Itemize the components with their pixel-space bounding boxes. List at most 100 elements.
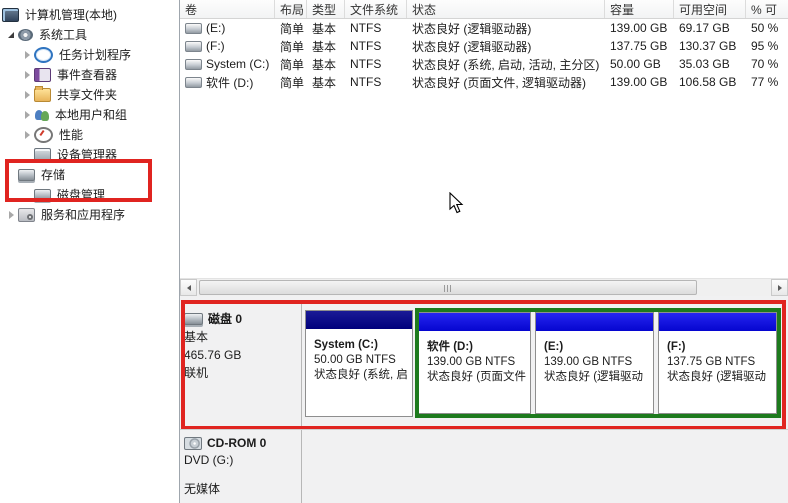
column-header-status[interactable]: 状态 bbox=[407, 0, 605, 18]
column-header-free-space[interactable]: 可用空间 bbox=[674, 0, 746, 18]
sidebar-item-computer-management[interactable]: 计算机管理(本地) bbox=[2, 5, 119, 24]
sidebar-item-local-users-groups[interactable]: 本地用户和组 bbox=[20, 105, 129, 124]
partition-e[interactable]: (E:) 139.00 GB NTFS 状态良好 (逻辑驱动 bbox=[535, 312, 654, 414]
volume-type: 基本 bbox=[307, 38, 345, 55]
expander-expanded-icon[interactable] bbox=[4, 32, 18, 38]
disk-management-icon bbox=[34, 189, 51, 201]
sidebar-item-disk-management[interactable]: 磁盘管理 bbox=[20, 185, 107, 204]
volume-icon bbox=[185, 41, 202, 52]
sidebar-item-task-scheduler[interactable]: 任务计划程序 bbox=[20, 45, 133, 64]
column-header-volume[interactable]: 卷 bbox=[180, 0, 275, 18]
sidebar-item-label: 系统工具 bbox=[37, 26, 89, 43]
volume-filesystem: NTFS bbox=[345, 57, 407, 71]
column-header-percent-free[interactable]: % 可 bbox=[746, 0, 788, 18]
sidebar-item-label: 性能 bbox=[57, 126, 85, 143]
users-icon bbox=[34, 109, 49, 121]
volume-row-d[interactable]: 软件 (D:) 简单 基本 NTFS 状态良好 (页面文件, 逻辑驱动器) 13… bbox=[180, 73, 788, 91]
volume-icon bbox=[185, 77, 202, 88]
performance-icon bbox=[34, 127, 53, 143]
expander-collapsed-icon[interactable] bbox=[20, 131, 34, 139]
storage-icon bbox=[18, 169, 35, 181]
computer-management-window: 计算机管理(本地) 系统工具 任务计划程序 事件查看器 共享文件夹 本地用户和组 bbox=[0, 0, 788, 503]
column-header-type[interactable]: 类型 bbox=[307, 0, 345, 18]
expander-collapsed-icon[interactable] bbox=[20, 71, 34, 79]
disk0-label-cell[interactable]: 磁盘 0 基本 465.76 GB 联机 bbox=[184, 310, 298, 381]
column-header-filesystem[interactable]: 文件系统 bbox=[345, 0, 407, 18]
sidebar-item-system-tools[interactable]: 系统工具 bbox=[4, 25, 89, 44]
sidebar-item-shared-folders[interactable]: 共享文件夹 bbox=[20, 85, 119, 104]
column-header-capacity[interactable]: 容量 bbox=[605, 0, 674, 18]
partition-status: 状态良好 (逻辑驱动 bbox=[667, 370, 772, 385]
sidebar-item-label: 设备管理器 bbox=[55, 146, 119, 163]
volume-row-system-c[interactable]: System (C:) 简单 基本 NTFS 状态良好 (系统, 启动, 活动,… bbox=[180, 55, 788, 73]
cdrom-label-cell[interactable]: CD-ROM 0 DVD (G:) 无媒体 bbox=[184, 436, 298, 497]
volume-filesystem: NTFS bbox=[345, 39, 407, 53]
sidebar-item-label: 任务计划程序 bbox=[57, 46, 133, 63]
volume-free-space: 106.58 GB bbox=[674, 75, 746, 89]
volume-type: 基本 bbox=[307, 74, 345, 91]
volume-filesystem: NTFS bbox=[345, 75, 407, 89]
expander-collapsed-icon[interactable] bbox=[20, 111, 34, 119]
cdrom-name: CD-ROM 0 bbox=[207, 436, 266, 450]
volume-row-f[interactable]: (F:) 简单 基本 NTFS 状态良好 (逻辑驱动器) 137.75 GB 1… bbox=[180, 37, 788, 55]
volume-list: 卷 布局 类型 文件系统 状态 容量 可用空间 % 可 (E:) 简单 基本 N… bbox=[180, 0, 788, 296]
sidebar-item-performance[interactable]: 性能 bbox=[20, 125, 85, 144]
shared-folders-icon bbox=[34, 88, 51, 102]
partition-system-c[interactable]: System (C:) 50.00 GB NTFS 状态良好 (系统, 启 bbox=[305, 310, 413, 417]
sidebar-item-storage[interactable]: 存储 bbox=[4, 165, 67, 184]
volume-icon bbox=[185, 59, 202, 70]
volume-capacity: 137.75 GB bbox=[605, 39, 674, 53]
sidebar-item-services-applications[interactable]: 服务和应用程序 bbox=[4, 205, 127, 224]
sidebar-item-label: 计算机管理(本地) bbox=[23, 6, 119, 23]
services-icon bbox=[18, 208, 35, 222]
computer-icon bbox=[2, 8, 19, 22]
main-pane: 卷 布局 类型 文件系统 状态 容量 可用空间 % 可 (E:) 简单 基本 N… bbox=[180, 0, 788, 503]
horizontal-scrollbar[interactable] bbox=[180, 278, 788, 296]
scrollbar-grip-icon bbox=[444, 285, 452, 292]
volume-layout: 简单 bbox=[275, 38, 307, 55]
logical-drive-bar bbox=[659, 313, 776, 331]
volume-name: System (C:) bbox=[206, 57, 269, 71]
sidebar-item-event-viewer[interactable]: 事件查看器 bbox=[20, 65, 119, 84]
partition-name: (E:) bbox=[544, 340, 649, 355]
logical-drive-bar bbox=[419, 313, 530, 331]
scrollbar-thumb[interactable] bbox=[199, 280, 697, 295]
disk0-type: 基本 bbox=[184, 330, 298, 345]
volume-status: 状态良好 (页面文件, 逻辑驱动器) bbox=[407, 74, 605, 91]
scroll-right-button[interactable] bbox=[771, 279, 788, 296]
partition-f[interactable]: (F:) 137.75 GB NTFS 状态良好 (逻辑驱动 bbox=[658, 312, 777, 414]
volume-free-space: 69.17 GB bbox=[674, 21, 746, 35]
expander-collapsed-icon[interactable] bbox=[4, 211, 18, 219]
arrow-left-icon bbox=[187, 285, 191, 291]
volume-type: 基本 bbox=[307, 56, 345, 73]
partition-d[interactable]: 软件 (D:) 139.00 GB NTFS 状态良好 (页面文件 bbox=[419, 312, 531, 414]
volume-status: 状态良好 (逻辑驱动器) bbox=[407, 38, 605, 55]
divider bbox=[301, 430, 302, 503]
volume-percent-free: 95 % bbox=[746, 39, 788, 53]
expander-collapsed-icon[interactable] bbox=[20, 51, 34, 59]
volume-name: (E:) bbox=[206, 21, 225, 35]
partition-status: 状态良好 (逻辑驱动 bbox=[544, 370, 649, 385]
partition-name: System (C:) bbox=[314, 338, 408, 353]
cdrom-media-status: 无媒体 bbox=[184, 482, 298, 497]
volume-row-e[interactable]: (E:) 简单 基本 NTFS 状态良好 (逻辑驱动器) 139.00 GB 6… bbox=[180, 19, 788, 37]
extended-partition-outline: 软件 (D:) 139.00 GB NTFS 状态良好 (页面文件 (E:) 1… bbox=[415, 308, 781, 418]
sidebar-item-label: 磁盘管理 bbox=[55, 186, 107, 203]
volume-percent-free: 77 % bbox=[746, 75, 788, 89]
column-header-layout[interactable]: 布局 bbox=[275, 0, 307, 18]
disk0-status: 联机 bbox=[184, 366, 298, 381]
partition-size: 139.00 GB NTFS bbox=[544, 355, 649, 370]
volume-status: 状态良好 (系统, 启动, 活动, 主分区) bbox=[407, 56, 605, 73]
sidebar-item-device-manager[interactable]: 设备管理器 bbox=[20, 145, 119, 164]
partition-name: 软件 (D:) bbox=[427, 340, 526, 355]
disk0-name: 磁盘 0 bbox=[208, 310, 242, 327]
sidebar-item-label: 存储 bbox=[39, 166, 67, 183]
volume-percent-free: 50 % bbox=[746, 21, 788, 35]
expander-collapsed-icon[interactable] bbox=[20, 91, 34, 99]
volume-percent-free: 70 % bbox=[746, 57, 788, 71]
volume-free-space: 35.03 GB bbox=[674, 57, 746, 71]
volume-free-space: 130.37 GB bbox=[674, 39, 746, 53]
event-viewer-icon bbox=[34, 68, 51, 82]
primary-partition-bar bbox=[306, 311, 412, 329]
scroll-left-button[interactable] bbox=[180, 279, 197, 296]
